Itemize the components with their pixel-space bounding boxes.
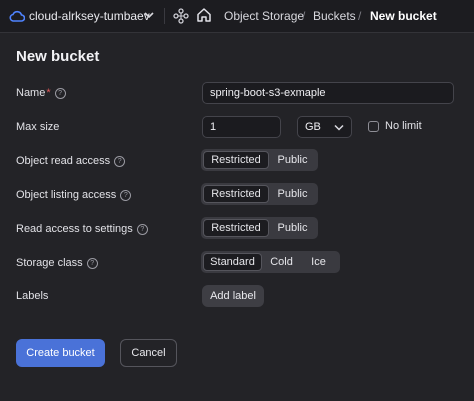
cloud-selector[interactable]: cloud-alrksey-tumbaev xyxy=(29,9,150,23)
storage-class-ice[interactable]: Ice xyxy=(301,253,336,271)
max-size-unit-value: GB xyxy=(305,121,321,133)
add-label-button[interactable]: Add label xyxy=(202,285,264,307)
create-bucket-button[interactable]: Create bucket xyxy=(16,339,105,367)
object-listing-access-label-text: Object listing access xyxy=(16,189,117,201)
object-listing-access-restricted[interactable]: Restricted xyxy=(203,185,269,203)
object-listing-access-public[interactable]: Public xyxy=(269,185,316,203)
network-icon[interactable] xyxy=(172,7,190,25)
name-input-value: spring-boot-s3-exmaple xyxy=(210,87,326,99)
max-size-label-text: Max size xyxy=(16,121,60,133)
storage-class-cold[interactable]: Cold xyxy=(262,253,301,271)
storage-class-toggle[interactable]: Standard Cold Ice xyxy=(201,251,340,273)
breadcrumb-buckets[interactable]: Buckets xyxy=(313,9,356,23)
read-access-settings-label-text: Read access to settings xyxy=(16,223,133,235)
object-listing-access-toggle[interactable]: Restricted Public xyxy=(201,183,318,205)
top-bar: cloud-alrksey-tumbaev Object Storage / B… xyxy=(0,0,474,33)
read-access-settings-restricted[interactable]: Restricted xyxy=(203,219,269,237)
object-read-access-restricted[interactable]: Restricted xyxy=(203,151,269,169)
help-icon[interactable]: ? xyxy=(114,155,126,167)
breadcrumb-object-storage[interactable]: Object Storage xyxy=(224,9,304,23)
max-size-label: Max size xyxy=(16,121,59,133)
chevron-down-icon xyxy=(334,124,344,131)
read-access-settings-label: Read access to settings? xyxy=(16,223,148,235)
checkbox-box[interactable] xyxy=(368,120,379,132)
help-icon[interactable]: ? xyxy=(120,189,132,201)
home-icon[interactable] xyxy=(196,7,212,23)
read-access-settings-toggle[interactable]: Restricted Public xyxy=(201,217,318,239)
cloud-icon xyxy=(9,10,25,22)
max-size-value: 1 xyxy=(210,121,217,133)
max-size-input[interactable]: 1 xyxy=(202,116,281,138)
no-limit-checkbox[interactable]: No limit xyxy=(368,120,422,132)
storage-class-label-text: Storage class xyxy=(16,257,83,269)
read-access-settings-public[interactable]: Public xyxy=(269,219,316,237)
storage-class-label: Storage class? xyxy=(16,257,98,269)
breadcrumb-separator: / xyxy=(358,9,362,23)
object-read-access-public[interactable]: Public xyxy=(269,151,316,169)
labels-label-text: Labels xyxy=(16,290,49,302)
storage-class-standard[interactable]: Standard xyxy=(203,253,262,271)
help-icon[interactable]: ? xyxy=(86,257,98,269)
max-size-unit-select[interactable]: GB xyxy=(297,116,352,138)
object-listing-access-label: Object listing access? xyxy=(16,189,132,201)
cancel-button[interactable]: Cancel xyxy=(120,339,177,367)
name-label: Name *? xyxy=(16,87,66,99)
page-title: New bucket xyxy=(16,48,100,65)
no-limit-label: No limit xyxy=(385,120,422,132)
help-icon[interactable]: ? xyxy=(54,87,66,99)
object-read-access-toggle[interactable]: Restricted Public xyxy=(201,149,318,171)
labels-label: Labels xyxy=(16,290,48,302)
breadcrumb-separator: / xyxy=(302,9,306,23)
required-mark: * xyxy=(46,87,51,99)
divider xyxy=(164,8,165,24)
object-read-access-label: Object read access? xyxy=(16,155,126,167)
name-input[interactable]: spring-boot-s3-exmaple xyxy=(202,82,454,104)
object-read-access-label-text: Object read access xyxy=(16,155,111,167)
help-icon[interactable]: ? xyxy=(136,223,148,235)
name-label-text: Name xyxy=(16,87,46,99)
chevron-down-icon[interactable] xyxy=(144,11,154,19)
breadcrumb-new-bucket: New bucket xyxy=(370,9,437,23)
